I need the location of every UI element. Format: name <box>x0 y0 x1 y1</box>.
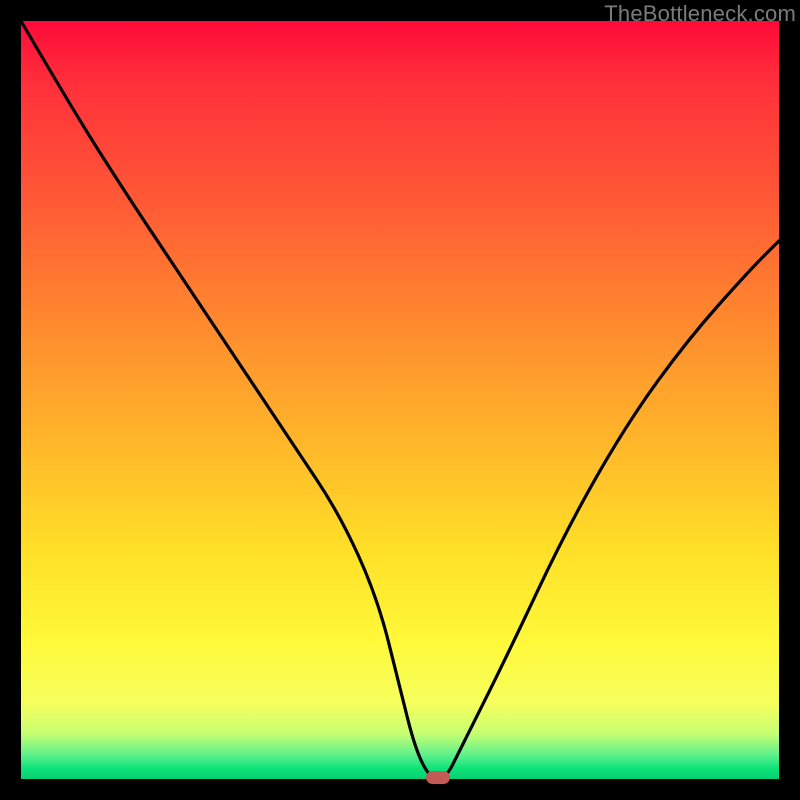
watermark-text: TheBottleneck.com <box>604 1 796 27</box>
chart-frame: TheBottleneck.com <box>0 0 800 800</box>
bottleneck-curve <box>21 21 779 779</box>
minimum-marker <box>426 771 450 784</box>
plot-area <box>21 21 779 779</box>
